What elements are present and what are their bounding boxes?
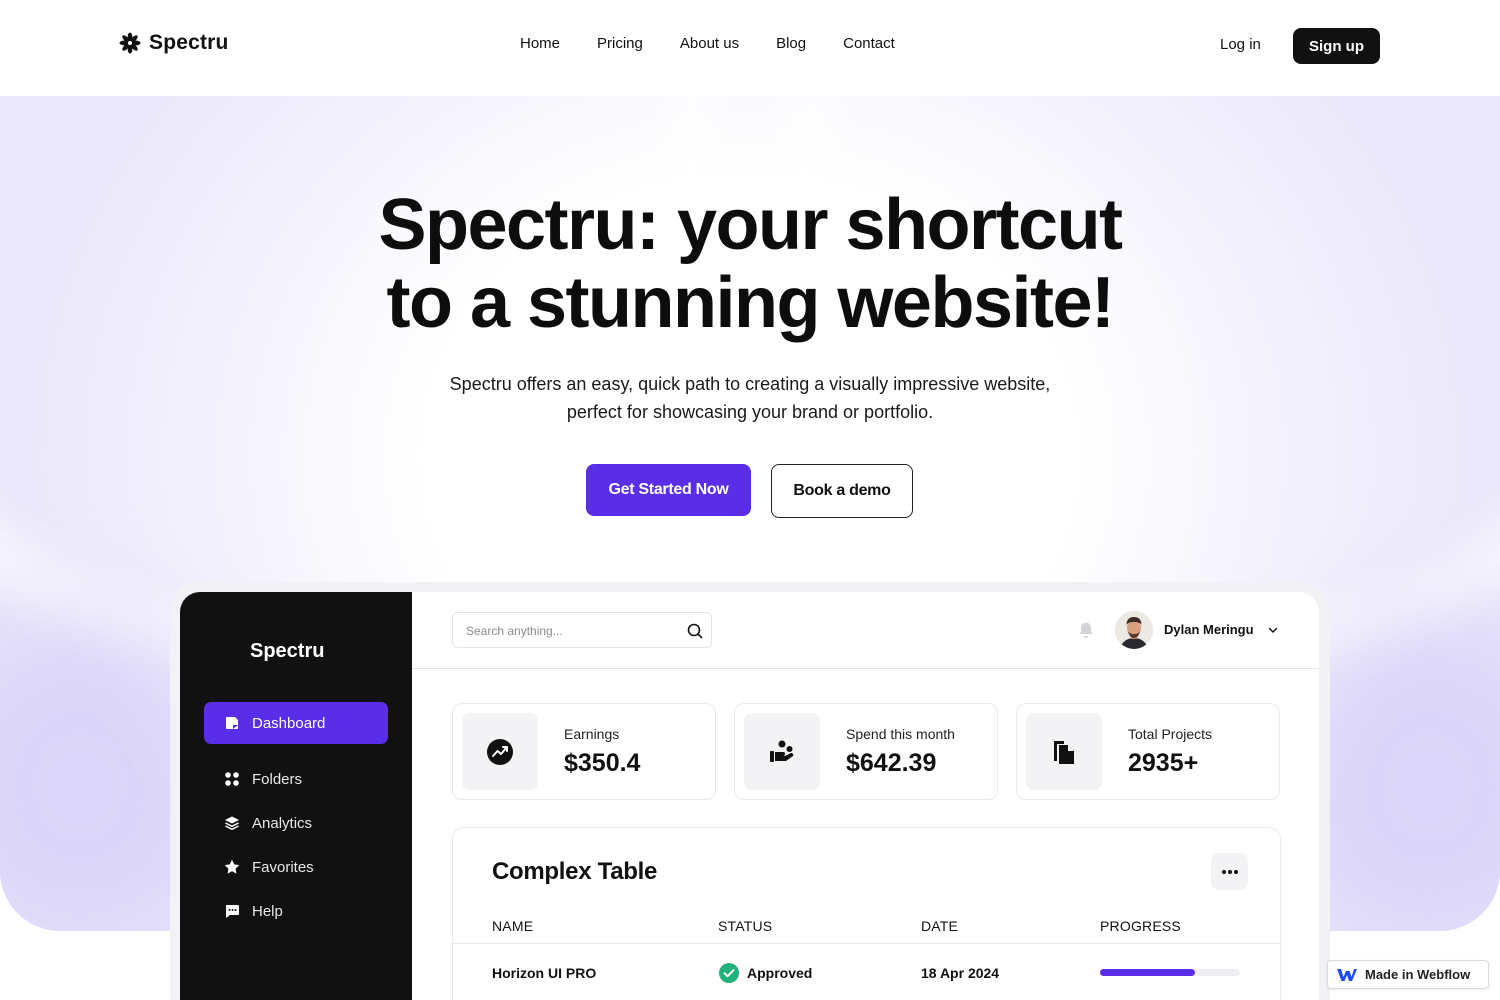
column-header-name[interactable]: NAME: [492, 918, 533, 934]
top-navigation: Spectru Home Pricing About us Blog Conta…: [0, 0, 1500, 96]
main-nav: Home Pricing About us Blog Contact: [520, 35, 932, 52]
nav-link-about-us[interactable]: About us: [680, 35, 739, 52]
hero-subtitle-line-1: Spectru offers an easy, quick path to cr…: [449, 374, 1051, 394]
stat-value: $350.4: [564, 749, 641, 777]
webflow-badge-label: Made in Webflow: [1365, 967, 1471, 982]
progress-bar-fill: [1100, 969, 1196, 976]
nav-link-contact[interactable]: Contact: [843, 35, 895, 52]
dashboard-main: Dylan Meringu Earnings $350.4 Spend this…: [412, 592, 1319, 1000]
stat-value: $642.39: [846, 749, 937, 777]
cell-date: 18 Apr 2024: [921, 965, 1000, 981]
dashboard-brand: Spectru: [250, 640, 325, 662]
table-header-divider: [453, 943, 1280, 944]
chevron-down-icon[interactable]: [1267, 624, 1279, 636]
search-box: [452, 612, 712, 648]
stat-icon-box: [744, 713, 820, 790]
book-demo-button[interactable]: Book a demo: [771, 464, 913, 518]
notification-bell-icon[interactable]: [1076, 620, 1096, 640]
more-dots-icon: [1221, 869, 1238, 874]
user-avatar-image: [1115, 611, 1153, 649]
stat-icon-box: [462, 713, 538, 790]
nav-link-pricing[interactable]: Pricing: [597, 35, 643, 52]
search-icon[interactable]: [686, 622, 704, 640]
stat-label: Earnings: [564, 726, 620, 742]
complex-table-card: Complex Table NAME STATUS DATE PROGRESS …: [452, 827, 1281, 1000]
nav-link-blog[interactable]: Blog: [776, 35, 806, 52]
column-header-progress[interactable]: PROGRESS: [1100, 918, 1181, 934]
sidebar-item-label: Favorites: [252, 858, 314, 876]
sidebar-item-dashboard[interactable]: Dashboard: [204, 702, 388, 744]
star-icon: [224, 859, 240, 875]
nav-link-home[interactable]: Home: [520, 35, 560, 52]
sidebar-item-analytics[interactable]: Analytics: [204, 802, 388, 844]
hand-coins-icon: [770, 740, 794, 762]
user-name[interactable]: Dylan Meringu: [1164, 622, 1254, 637]
sidebar-item-favorites[interactable]: Favorites: [204, 846, 388, 888]
brand-name: Spectru: [149, 31, 229, 54]
trending-up-circle-icon: [487, 738, 513, 765]
stat-label: Spend this month: [846, 726, 955, 742]
get-started-button[interactable]: Get Started Now: [586, 464, 751, 516]
stat-card-earnings: Earnings $350.4: [452, 703, 716, 800]
stat-label: Total Projects: [1128, 726, 1213, 742]
chat-bubble-icon: [224, 903, 240, 919]
hero-subtitle: Spectru offers an easy, quick path to cr…: [0, 370, 1500, 426]
progress-bar: [1100, 969, 1240, 976]
folders-grid-icon: [224, 771, 240, 787]
stat-card-spend: Spend this month $642.39: [734, 703, 998, 800]
dashboard-icon: [224, 715, 240, 731]
asterisk-flower-icon: [119, 32, 141, 54]
hero-title: Spectru: your shortcut to a stunning web…: [0, 186, 1500, 342]
dashboard-topbar: Dylan Meringu: [412, 592, 1319, 669]
stat-card-projects: Total Projects 2935+: [1016, 703, 1280, 800]
column-header-date[interactable]: DATE: [921, 918, 958, 934]
sidebar-item-label: Help: [252, 902, 283, 920]
made-in-webflow-badge[interactable]: Made in Webflow: [1327, 960, 1489, 989]
brand-logo[interactable]: Spectru: [119, 31, 229, 55]
stat-icon-box: [1026, 713, 1102, 790]
hero-title-line-2: to a stunning website!: [386, 263, 1115, 343]
more-options-button[interactable]: [1211, 853, 1248, 890]
user-avatar[interactable]: [1115, 611, 1153, 649]
webflow-logo-icon: [1337, 968, 1357, 981]
signup-button[interactable]: Sign up: [1293, 28, 1380, 64]
hero-subtitle-line-2: perfect for showcasing your brand or por…: [566, 402, 934, 422]
documents-icon: [1054, 740, 1074, 764]
sidebar-item-label: Analytics: [252, 814, 313, 832]
dashboard-sidebar: Spectru Dashboard Folders Analytics Favo…: [180, 592, 412, 1000]
cell-name: Horizon UI PRO: [492, 965, 597, 981]
approved-check-icon: [719, 963, 739, 983]
stat-value: 2935+: [1128, 749, 1199, 777]
login-link[interactable]: Log in: [1220, 36, 1261, 53]
hero-title-line-1: Spectru: your shortcut: [378, 185, 1123, 265]
sidebar-item-label: Dashboard: [252, 714, 326, 732]
dashboard-preview: Spectru Dashboard Folders Analytics Favo…: [180, 592, 1319, 1000]
search-input[interactable]: [466, 621, 676, 641]
layers-icon: [224, 815, 240, 831]
sidebar-item-help[interactable]: Help: [204, 890, 388, 932]
cell-status: Approved: [747, 965, 813, 981]
table-title: Complex Table: [492, 858, 658, 885]
sidebar-item-label: Folders: [252, 770, 303, 788]
sidebar-item-folders[interactable]: Folders: [204, 758, 388, 800]
column-header-status[interactable]: STATUS: [718, 918, 772, 934]
